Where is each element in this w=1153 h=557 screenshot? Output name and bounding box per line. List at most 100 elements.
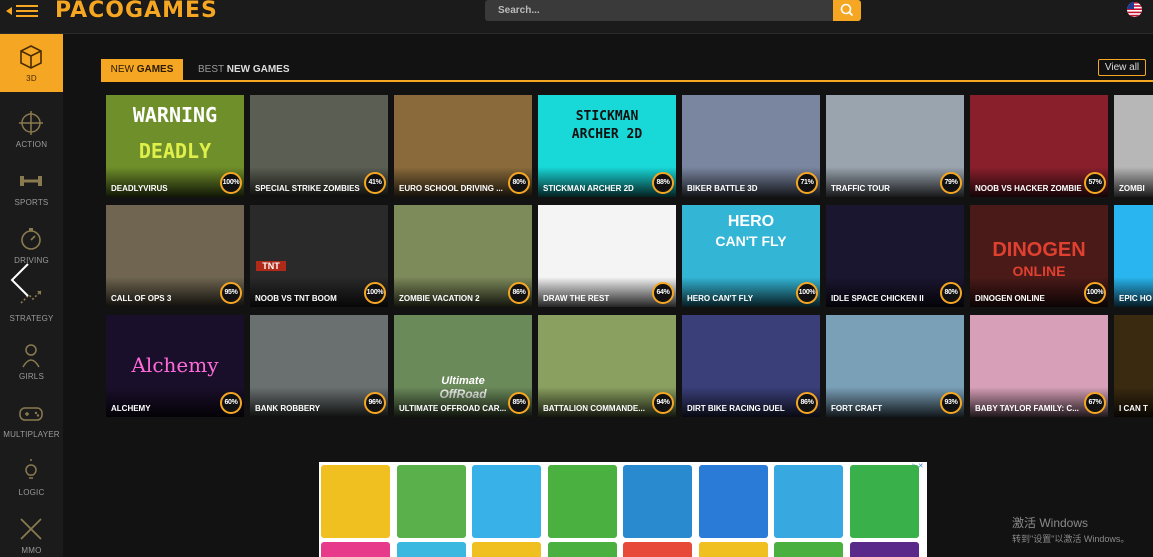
thumbnail-art-text: ARCHER 2D	[571, 127, 643, 142]
game-title: I CAN T	[1119, 404, 1148, 413]
ad-game-tile[interactable]	[472, 465, 541, 538]
tab-label-highlight: GAMES	[136, 64, 174, 75]
cube-icon	[20, 45, 42, 69]
thumbnail-art-text: Ultimate	[441, 375, 485, 387]
search-button[interactable]	[833, 0, 861, 21]
sidebar-item-sports[interactable]: SPORTS	[0, 158, 63, 216]
search-input[interactable]	[485, 0, 833, 21]
game-rating-badge: 86%	[796, 392, 818, 414]
game-card[interactable]: CALL OF OPS 3 95%	[106, 205, 244, 307]
game-card[interactable]: ZOMBI	[1114, 95, 1153, 197]
ad-game-tile[interactable]	[698, 465, 768, 538]
carousel-prev-arrow-icon[interactable]	[8, 262, 34, 298]
ad-game-tile[interactable]	[849, 542, 919, 557]
game-card[interactable]: ARCHER 2D STICKMAN STICKMAN ARCHER 2D 88%	[538, 95, 676, 197]
game-title: BATTALION COMMANDE...	[543, 404, 645, 413]
ad-game-tile[interactable]	[623, 465, 692, 538]
top-bar: PACOGAMES	[0, 0, 1153, 34]
gamepad-icon	[19, 407, 43, 421]
game-card[interactable]: TNT NOOB VS TNT BOOM 100%	[250, 205, 388, 307]
game-card[interactable]: FORT CRAFT 93%	[826, 315, 964, 417]
thumbnail-art-text: DEADLY	[138, 139, 212, 163]
game-card[interactable]: ZOMBIE VACATION 2 86%	[394, 205, 532, 307]
game-card[interactable]: BANK ROBBERY 96%	[250, 315, 388, 417]
thumbnail-art-text: WARNING	[132, 103, 218, 127]
crosshair-icon	[19, 111, 43, 135]
sidebar-item-logic[interactable]: LOGIC	[0, 448, 63, 506]
thumbnail-art-text: STICKMAN	[575, 109, 639, 124]
game-title: STICKMAN ARCHER 2D	[543, 184, 634, 193]
swords-icon	[20, 518, 42, 540]
ad-game-tile[interactable]	[774, 465, 843, 538]
game-title: BIKER BATTLE 3D	[687, 184, 758, 193]
game-title: TRAFFIC TOUR	[831, 184, 890, 193]
game-card[interactable]: IDLE SPACE CHICKEN II 80%	[826, 205, 964, 307]
game-card[interactable]: OffRoadUltimateULTIMATE OFFROAD CAR...85…	[394, 315, 532, 417]
game-title: DIRT BIKE RACING DUEL	[687, 404, 785, 413]
thumbnail-art-text: HERO	[727, 213, 775, 230]
menu-icon[interactable]	[6, 3, 40, 19]
ad-game-tile[interactable]	[321, 542, 390, 557]
game-title: BABY TAYLOR FAMILY: C...	[975, 404, 1079, 413]
sidebar-item-girls[interactable]: GIRLS	[0, 332, 63, 390]
game-card[interactable]: CAN'T FLY HERO HERO CAN'T FLY 100%	[682, 205, 820, 307]
game-title: EPIC HO	[1119, 294, 1152, 303]
ad-game-tile[interactable]	[472, 542, 541, 557]
game-card[interactable]: DRAW THE REST 64%	[538, 205, 676, 307]
tab-new-games[interactable]: NEW GAMES	[101, 59, 183, 81]
view-all-button[interactable]: View all	[1098, 59, 1146, 76]
game-card[interactable]: DEADLY WARNING DEADLYVIRUS 100%	[106, 95, 244, 197]
ad-game-tile[interactable]	[623, 542, 692, 557]
sidebar-item-3d[interactable]: 3D	[0, 34, 63, 92]
game-rating-badge: 95%	[220, 282, 242, 304]
game-rating-badge: 57%	[1084, 172, 1106, 194]
game-card[interactable]: NOOB VS HACKER ZOMBIE 57%	[970, 95, 1108, 197]
game-title: FORT CRAFT	[831, 404, 883, 413]
game-card[interactable]: SPECIAL STRIKE ZOMBIES 41%	[250, 95, 388, 197]
game-title: DRAW THE REST	[543, 294, 610, 303]
girl-icon	[22, 344, 40, 368]
game-title: ULTIMATE OFFROAD CAR...	[399, 404, 507, 413]
game-rating-badge: 88%	[652, 172, 674, 194]
game-card[interactable]: EPIC HO	[1114, 205, 1153, 307]
sidebar-item-action[interactable]: ACTION	[0, 100, 63, 158]
game-card[interactable]: BABY TAYLOR FAMILY: C... 67%	[970, 315, 1108, 417]
dumbbell-icon	[20, 176, 42, 186]
ad-game-tile[interactable]	[321, 465, 390, 538]
game-card[interactable]: EURO SCHOOL DRIVING ... 80%	[394, 95, 532, 197]
ad-game-tile[interactable]	[396, 542, 466, 557]
game-rating-badge: 64%	[652, 282, 674, 304]
ad-game-tile[interactable]	[547, 542, 617, 557]
sidebar-item-mmo[interactable]: MMO	[0, 506, 63, 557]
sidebar-item-multiplayer[interactable]: MULTIPLAYER	[0, 390, 63, 448]
game-title: NOOB VS TNT BOOM	[255, 294, 337, 303]
game-rating-badge: 94%	[652, 392, 674, 414]
sidebar-item-label: GIRLS	[18, 372, 44, 381]
ad-game-tile[interactable]	[547, 465, 617, 538]
ad-banner[interactable]: ▷✕	[319, 462, 927, 557]
us-flag-icon[interactable]	[1127, 2, 1142, 17]
game-rating-badge: 100%	[364, 282, 386, 304]
ad-game-tile[interactable]	[698, 542, 768, 557]
game-title: IDLE SPACE CHICKEN II	[831, 294, 924, 303]
game-rating-badge: 80%	[508, 172, 530, 194]
game-card[interactable]: Alchemy ALCHEMY 60%	[106, 315, 244, 417]
ad-game-tile[interactable]	[396, 465, 466, 538]
game-card[interactable]: DIRT BIKE RACING DUEL 86%	[682, 315, 820, 417]
game-card[interactable]: BIKER BATTLE 3D 71%	[682, 95, 820, 197]
game-rating-badge: 100%	[796, 282, 818, 304]
game-card[interactable]: TRAFFIC TOUR 79%	[826, 95, 964, 197]
thumbnail-art-text: DINOGEN	[992, 239, 1086, 261]
windows-activation-hint: 转到"设置"以激活 Windows。	[1012, 534, 1130, 544]
sidebar-item-label: MMO	[21, 546, 42, 555]
ad-game-tile[interactable]	[849, 465, 919, 538]
ad-game-tile[interactable]	[774, 542, 843, 557]
tab-label-prefix: NEW	[110, 64, 137, 75]
game-title: DINOGEN ONLINE	[975, 294, 1045, 303]
game-title: CALL OF OPS 3	[111, 294, 172, 303]
game-card[interactable]: I CAN T	[1114, 315, 1153, 417]
game-card[interactable]: ONLINE DINOGEN DINOGEN ONLINE 100%	[970, 205, 1108, 307]
site-logo[interactable]: PACOGAMES	[55, 0, 218, 23]
tab-best-new-games[interactable]: BEST NEW GAMES	[198, 59, 290, 81]
game-card[interactable]: BATTALION COMMANDE... 94%	[538, 315, 676, 417]
